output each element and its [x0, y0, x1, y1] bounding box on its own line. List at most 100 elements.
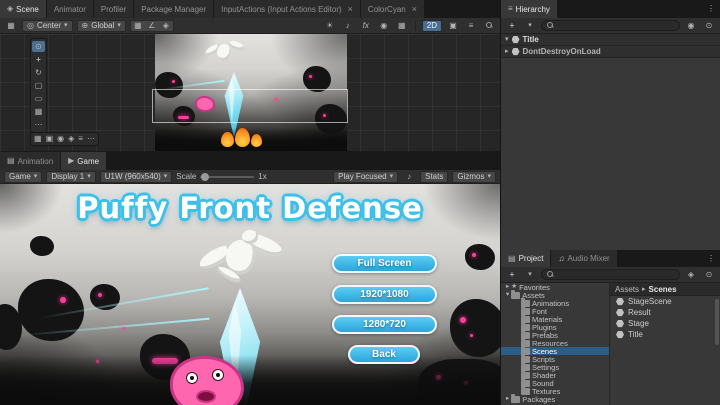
scale-slider-thumb[interactable] — [201, 172, 210, 181]
move-tool-icon[interactable] — [32, 54, 45, 65]
tools-overlay — [30, 38, 47, 133]
overlay-menu-icon[interactable] — [464, 20, 478, 32]
transform-tool-icon[interactable] — [32, 106, 45, 117]
filter-label-icon[interactable] — [702, 269, 716, 281]
menu-overlay-icon[interactable] — [78, 135, 83, 143]
display-dropdown[interactable]: Display 1 — [46, 170, 96, 183]
panel-menu-icon[interactable] — [702, 0, 720, 18]
filter-type-icon[interactable] — [684, 269, 698, 281]
tree-item-animations[interactable]: Animations — [501, 297, 609, 308]
panel-menu-icon[interactable] — [702, 250, 720, 267]
tab-hierarchy[interactable]: Hierarchy — [501, 0, 558, 18]
mute-audio-icon[interactable] — [402, 171, 416, 183]
chevron-down-icon[interactable] — [523, 20, 537, 32]
play-focused-dropdown[interactable]: Play Focused — [333, 170, 399, 183]
project-search-input[interactable] — [541, 269, 680, 280]
hierarchy-search-input[interactable] — [541, 20, 680, 31]
tab-color-cyan[interactable]: ColorCyan — [360, 0, 425, 18]
scene-visibility-icon[interactable] — [377, 20, 391, 32]
project-browser: Favorites Assets Animations Font Materia… — [501, 283, 720, 405]
grid-overlay-icon[interactable] — [34, 135, 42, 143]
asset-stagescene[interactable]: StageScene — [610, 296, 720, 307]
more-tools-icon[interactable] — [32, 119, 45, 130]
dragon — [196, 230, 286, 296]
scene-view[interactable] — [0, 34, 500, 152]
more-overlay-icon[interactable] — [87, 135, 95, 143]
increment-snap-icon[interactable] — [145, 20, 159, 32]
create-menu-icon[interactable] — [505, 20, 519, 32]
scale-tool-icon[interactable] — [32, 80, 45, 91]
monster-eye — [172, 80, 175, 83]
foldout-icon[interactable] — [506, 284, 509, 291]
foldout-icon[interactable] — [505, 48, 509, 55]
scene-pickability-icon[interactable] — [702, 20, 716, 32]
tool-handle-icon[interactable] — [4, 20, 18, 32]
gizmos-dropdown[interactable]: Gizmos — [452, 170, 496, 183]
stats-button[interactable]: Stats — [420, 170, 449, 183]
breadcrumb-current[interactable]: Scenes — [649, 285, 677, 294]
asset-stage[interactable]: Stage — [610, 318, 720, 329]
tab-package-manager[interactable]: Package Manager — [134, 0, 215, 18]
rotate-tool-icon[interactable] — [32, 67, 45, 78]
audio-toggle-icon[interactable] — [341, 20, 355, 32]
lighting-toggle-icon[interactable] — [323, 20, 337, 32]
scene-camera-dropdown-icon[interactable] — [446, 20, 460, 32]
vertex-snap-icon[interactable] — [159, 20, 173, 32]
tabstrip-filler — [558, 0, 702, 18]
camera-overlay-icon[interactable] — [46, 135, 54, 143]
tab-audio-mixer-label: Audio Mixer — [567, 254, 610, 263]
grid-snap-icon[interactable] — [131, 20, 145, 32]
game-target-dropdown[interactable]: Game — [4, 170, 43, 183]
resolution-dropdown[interactable]: U1W (960x540) — [99, 170, 173, 183]
scene-visibility-icon[interactable] — [684, 20, 698, 32]
asset-title[interactable]: Title — [610, 329, 720, 340]
breadcrumb-root[interactable]: Assets — [615, 285, 639, 294]
toolbar-divider — [414, 20, 416, 31]
hierarchy-list: Title DontDestroyOnLoad — [501, 34, 720, 250]
chevron-down-icon[interactable] — [523, 269, 537, 281]
scale-slider[interactable] — [200, 172, 255, 181]
scrollbar[interactable] — [715, 299, 719, 345]
gizmo-overlay-icon[interactable] — [68, 135, 74, 143]
foldout-icon[interactable] — [505, 36, 509, 43]
resolution-720-button[interactable]: 1280*720 — [332, 315, 437, 334]
orientation-label: Global — [91, 21, 115, 30]
scene-header-dontdestroyonload[interactable]: DontDestroyOnLoad — [501, 46, 720, 58]
create-menu-icon[interactable] — [505, 269, 519, 281]
tab-project[interactable]: Project — [501, 250, 552, 267]
close-icon[interactable] — [412, 5, 417, 14]
tree-item-scenes[interactable]: Scenes — [501, 345, 609, 356]
tab-audio-mixer[interactable]: Audio Mixer — [551, 250, 618, 267]
main-tabstrip: Scene Animator Profiler Package Manager … — [0, 0, 500, 18]
pivot-dropdown[interactable]: Center — [22, 19, 73, 32]
close-icon[interactable] — [348, 5, 353, 14]
chevron-down-icon — [487, 173, 491, 180]
scene-header-title[interactable]: Title — [501, 34, 720, 46]
scene-search-button[interactable] — [482, 20, 496, 32]
scene-name: DontDestroyOnLoad — [522, 47, 601, 56]
tree-item-favorites[interactable]: Favorites — [501, 283, 609, 292]
tab-animation[interactable]: Animation — [0, 152, 62, 170]
fullscreen-button[interactable]: Full Screen — [332, 254, 437, 273]
foldout-icon[interactable] — [506, 396, 509, 403]
tab-game[interactable]: Game — [61, 152, 108, 170]
tree-item-shader[interactable]: Shader — [501, 369, 609, 380]
tree-item-packages[interactable]: Packages — [501, 393, 609, 404]
foldout-icon[interactable] — [506, 292, 509, 299]
resolution-1080-button[interactable]: 1920*1080 — [332, 285, 437, 304]
visibility-overlay-icon[interactable] — [57, 135, 64, 143]
view-tool-icon[interactable] — [32, 41, 45, 52]
2d-toggle[interactable]: 2D — [421, 19, 442, 32]
asset-result[interactable]: Result — [610, 307, 720, 318]
asset-label: StageScene — [628, 297, 672, 306]
tab-profiler[interactable]: Profiler — [93, 0, 135, 18]
tab-input-actions[interactable]: InputActions (Input Actions Editor) — [214, 0, 361, 18]
unity-editor-window: Scene Animator Profiler Package Manager … — [0, 0, 720, 405]
rect-tool-icon[interactable] — [32, 93, 45, 104]
effects-dropdown-icon[interactable] — [359, 20, 373, 32]
tab-scene[interactable]: Scene — [0, 0, 47, 18]
back-button[interactable]: Back — [348, 345, 420, 364]
grid-visibility-icon[interactable] — [395, 20, 409, 32]
tab-animator[interactable]: Animator — [46, 0, 94, 18]
orientation-dropdown[interactable]: Global — [76, 19, 126, 32]
